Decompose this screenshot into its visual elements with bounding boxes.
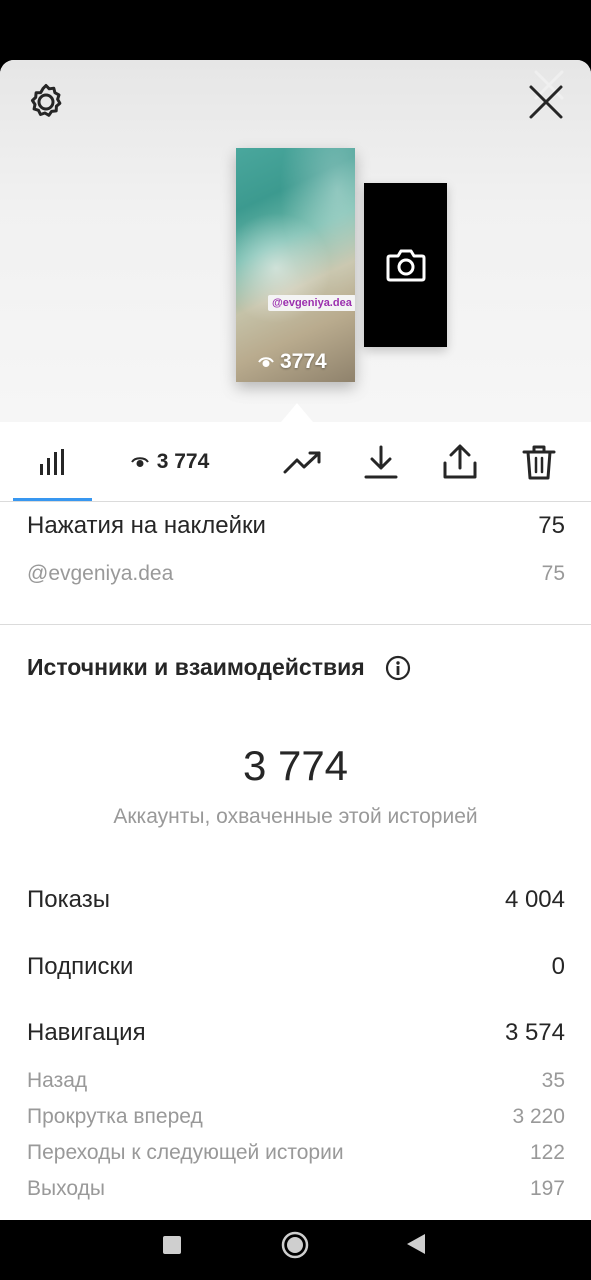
nav-back-icon[interactable] xyxy=(405,1233,427,1255)
mention-sticker: @evgeniya.dea xyxy=(268,295,355,311)
selection-pointer xyxy=(281,403,313,422)
story-thumbnail[interactable]: @evgeniya.dea 3774 xyxy=(236,148,355,382)
thumbnail-views-count: 3774 xyxy=(280,350,327,373)
download-icon xyxy=(364,445,398,478)
active-tab-indicator xyxy=(13,498,92,501)
story-insights-sheet: @evgeniya.dea 3774 3 774 Нажатия на накл… xyxy=(0,60,591,1220)
metric-value: 4 004 xyxy=(504,886,565,913)
sticker-item-label: @evgeniya.dea xyxy=(27,562,174,585)
system-nav-bar xyxy=(0,1220,591,1280)
reach-caption: Аккаунты, охваченные этой историей xyxy=(113,805,478,828)
camera-icon xyxy=(386,249,425,282)
eye-icon xyxy=(130,456,149,467)
sticker-item-row[interactable]: @evgeniya.dea 75 xyxy=(27,562,565,586)
tab-viewers[interactable]: 3 774 xyxy=(110,422,230,501)
metric-label: Подписки xyxy=(27,953,134,980)
nav-value: 197 xyxy=(529,1177,565,1200)
sticker-taps-value: 75 xyxy=(538,512,565,539)
metric-value: 0 xyxy=(551,953,565,980)
nav-row-next-story: Переходы к следующей истории 122 xyxy=(27,1141,565,1165)
nav-row-exits: Выходы 197 xyxy=(27,1177,565,1201)
sticker-taps-row: Нажатия на наклейки 75 xyxy=(27,512,565,540)
metric-row-impressions: Показы 4 004 xyxy=(27,886,565,914)
metric-label: Показы xyxy=(27,886,110,913)
nav-value: 3 220 xyxy=(512,1105,565,1128)
metric-value: 3 574 xyxy=(504,1019,565,1046)
bar-chart-icon xyxy=(39,448,64,475)
download-button[interactable] xyxy=(361,422,401,501)
nav-square-icon[interactable] xyxy=(163,1236,181,1254)
sticker-item-value: 75 xyxy=(541,562,565,585)
close-icon[interactable] xyxy=(526,82,566,122)
nav-label: Прокрутка вперед xyxy=(27,1105,203,1128)
gear-icon[interactable] xyxy=(26,82,66,122)
nav-value: 35 xyxy=(541,1069,565,1092)
add-story-card[interactable] xyxy=(364,183,447,347)
section-title: Источники и взаимодействия xyxy=(27,654,411,681)
share-button[interactable] xyxy=(440,422,480,501)
trending-icon xyxy=(283,451,321,473)
nav-home-icon[interactable] xyxy=(281,1231,309,1259)
story-preview-area: @evgeniya.dea 3774 xyxy=(0,60,591,422)
nav-row-back: Назад 35 xyxy=(27,1069,565,1093)
nav-row-forward: Прокрутка вперед 3 220 xyxy=(27,1105,565,1129)
nav-label: Переходы к следующей истории xyxy=(27,1141,344,1164)
trash-icon xyxy=(522,445,556,479)
eye-icon xyxy=(258,357,274,367)
reach-number: 3 774 xyxy=(242,742,349,789)
promote-button[interactable] xyxy=(281,422,325,501)
nav-label: Назад xyxy=(27,1069,88,1092)
share-icon xyxy=(443,444,477,478)
section-divider xyxy=(0,624,591,625)
tab-insights[interactable] xyxy=(13,422,92,501)
viewers-count: 3 774 xyxy=(156,449,210,473)
sticker-taps-label: Нажатия на наклейки xyxy=(27,512,266,539)
section-title-text: Источники и взаимодействия xyxy=(27,654,365,680)
info-icon[interactable] xyxy=(385,655,411,681)
insights-toolbar: 3 774 xyxy=(0,422,591,502)
metric-row-follows: Подписки 0 xyxy=(27,953,565,981)
nav-value: 122 xyxy=(529,1141,565,1164)
nav-label: Выходы xyxy=(27,1177,105,1200)
metric-label: Навигация xyxy=(27,1019,146,1046)
delete-button[interactable] xyxy=(519,422,559,501)
metric-row-navigation: Навигация 3 574 xyxy=(27,1019,565,1047)
thumbnail-views: 3774 xyxy=(258,350,327,374)
